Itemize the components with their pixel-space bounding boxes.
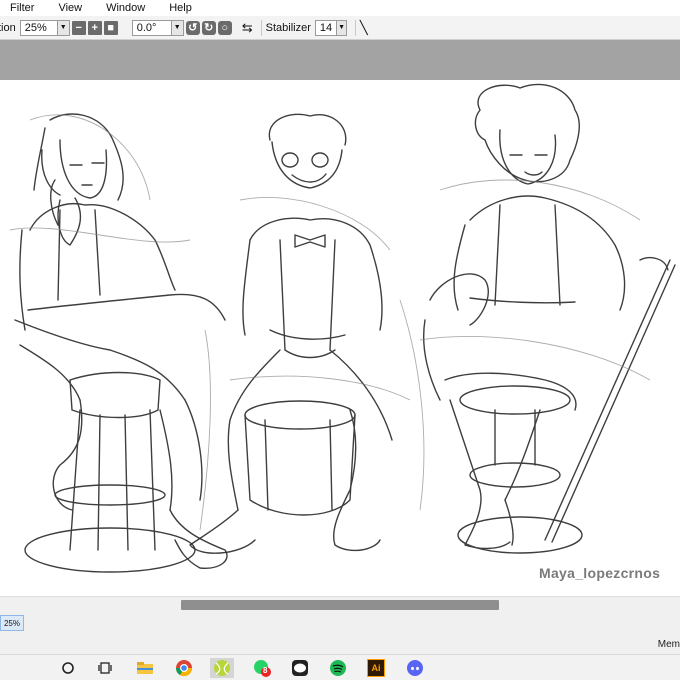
plus-icon[interactable]: + <box>87 20 102 35</box>
rotate-left-icon[interactable]: ↺ <box>185 20 200 35</box>
chrome-icon[interactable] <box>174 658 194 678</box>
spotify-icon[interactable] <box>328 658 348 678</box>
tennis-app-icon[interactable] <box>210 658 234 678</box>
navigation-label: tion <box>0 21 16 34</box>
whatsapp-badge: 8 <box>263 666 268 675</box>
toolbar-divider <box>354 19 356 36</box>
flip-horizontal-icon[interactable]: ⇆ <box>242 20 253 36</box>
horizontal-scrollbar[interactable] <box>0 596 680 612</box>
drawing-canvas[interactable]: Maya_lopezcrnos <box>0 80 680 596</box>
zoom-select[interactable]: 25% ▼ <box>19 19 70 36</box>
illustrator-icon[interactable]: Ai <box>366 658 386 678</box>
sketch-drawing <box>9 83 676 573</box>
zoom-badge[interactable]: 25% <box>0 615 24 631</box>
line-icon[interactable] <box>290 658 310 678</box>
menu-bar: Filter View Window Help <box>0 0 680 16</box>
artist-watermark: Maya_lopezcrnos <box>539 565 661 581</box>
menu-filter[interactable]: Filter <box>10 2 34 14</box>
task-view-icon[interactable] <box>96 658 116 678</box>
rotation-value: 0.0° <box>136 21 157 34</box>
right-figure <box>422 83 676 554</box>
toolbar-divider <box>260 19 262 36</box>
menu-view[interactable]: View <box>58 2 82 14</box>
status-bar: 25% Mem <box>0 612 680 654</box>
reset-icon[interactable]: ■ <box>103 20 118 35</box>
stabilizer-value: 14 <box>319 21 333 34</box>
rotate-right-icon[interactable]: ↻ <box>201 20 216 35</box>
illustrator-label: Ai <box>367 659 385 677</box>
menu-window[interactable]: Window <box>106 2 145 14</box>
left-figure <box>14 113 228 573</box>
canvas-top-margin <box>0 40 680 80</box>
discord-icon[interactable] <box>405 658 425 678</box>
middle-figure <box>189 113 393 554</box>
rotate-reset-icon[interactable]: ○ <box>217 20 232 35</box>
stabilizer-label: Stabilizer <box>265 21 311 34</box>
file-explorer-icon[interactable] <box>135 658 155 678</box>
stroke-diagonal-icon[interactable]: ╲ <box>360 20 368 36</box>
chevron-down-icon: ▼ <box>336 20 346 35</box>
rotation-select[interactable]: 0.0° ▼ <box>131 19 184 36</box>
chevron-down-icon: ▼ <box>170 20 183 35</box>
menu-help[interactable]: Help <box>169 2 192 14</box>
whatsapp-icon[interactable]: 8 <box>252 658 272 678</box>
chevron-down-icon: ▼ <box>56 20 69 35</box>
minus-icon[interactable]: − <box>71 20 86 35</box>
memory-label: Mem <box>657 639 680 650</box>
stabilizer-select[interactable]: 14 ▼ <box>314 19 347 36</box>
windows-taskbar: 8 Ai <box>0 654 680 680</box>
cortana-circle-icon[interactable] <box>58 658 78 678</box>
zoom-value: 25% <box>24 21 47 34</box>
scroll-thumb[interactable] <box>181 600 499 610</box>
view-toolbar: tion 25% ▼ − + ■ 0.0° ▼ ↺ ↻ ○ ⇆ Stabiliz… <box>0 16 680 40</box>
